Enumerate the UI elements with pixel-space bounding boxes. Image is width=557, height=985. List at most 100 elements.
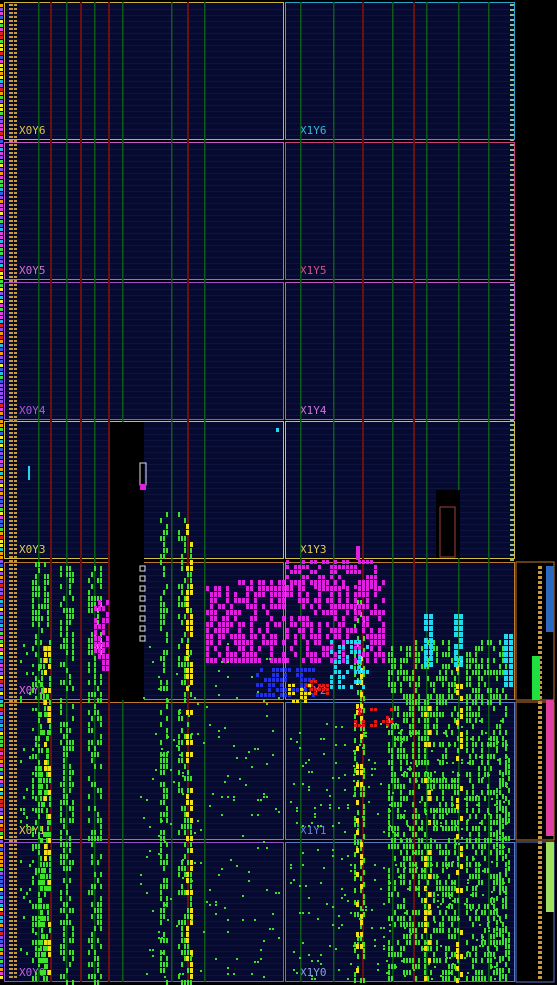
green-cells bbox=[353, 795, 355, 797]
green-cells bbox=[100, 974, 102, 979]
green-cells bbox=[94, 926, 96, 931]
yellow-cells bbox=[190, 668, 193, 673]
green-cells bbox=[478, 970, 480, 975]
green-cells bbox=[452, 861, 454, 863]
red-cells bbox=[386, 720, 389, 723]
device-view[interactable]: X0Y6X1Y6X0Y5X1Y5X0Y4X1Y4X0Y3X1Y3X0Y2X1Y2… bbox=[0, 0, 557, 985]
io-tile bbox=[9, 464, 13, 466]
magenta-cells bbox=[98, 654, 101, 659]
green-cells bbox=[436, 706, 438, 711]
green-cells bbox=[181, 728, 183, 733]
io-tile bbox=[14, 284, 17, 286]
io-tile bbox=[14, 196, 17, 198]
magenta-cells bbox=[318, 575, 321, 579]
io-pad bbox=[0, 352, 3, 355]
green-cells bbox=[388, 868, 390, 873]
magenta-cells bbox=[366, 634, 369, 639]
green-cells bbox=[439, 784, 441, 789]
green-cells bbox=[502, 772, 504, 777]
green-cells bbox=[91, 836, 93, 841]
green-cells bbox=[35, 946, 37, 951]
io-pad bbox=[0, 432, 3, 435]
green-cells bbox=[72, 650, 74, 655]
green-cells bbox=[35, 766, 37, 771]
io-tile bbox=[14, 672, 17, 674]
green-cells bbox=[184, 548, 186, 553]
green-cells bbox=[338, 807, 340, 809]
green-cells bbox=[91, 584, 93, 589]
green-cells bbox=[475, 958, 477, 963]
green-cells bbox=[484, 844, 486, 849]
magenta-cells bbox=[234, 634, 237, 639]
green-cells bbox=[388, 820, 390, 825]
green-cells bbox=[354, 972, 356, 977]
green-cells bbox=[502, 806, 504, 811]
green-cells bbox=[412, 790, 414, 795]
yellow-cells bbox=[424, 778, 427, 783]
green-cells bbox=[478, 766, 480, 771]
green-cells bbox=[60, 806, 62, 811]
green-cells bbox=[63, 926, 65, 931]
io-pad bbox=[0, 284, 3, 287]
gt-tile bbox=[510, 169, 514, 171]
io-tile bbox=[14, 580, 17, 582]
green-cells bbox=[436, 826, 438, 831]
green-cells bbox=[496, 820, 498, 825]
green-cells bbox=[290, 738, 292, 740]
magenta-cells bbox=[334, 634, 337, 639]
io-tile bbox=[14, 892, 17, 894]
green-cells bbox=[178, 746, 180, 751]
io-tile bbox=[9, 300, 13, 302]
green-cells bbox=[466, 664, 468, 669]
green-cells bbox=[60, 974, 62, 979]
green-cells bbox=[391, 646, 393, 651]
green-cells bbox=[488, 813, 490, 815]
io-pad bbox=[0, 888, 3, 891]
magenta-cells bbox=[330, 598, 333, 603]
green-cells bbox=[72, 608, 74, 613]
magenta-cells bbox=[346, 560, 349, 564]
magenta-cells bbox=[214, 646, 217, 651]
io-pad bbox=[0, 344, 3, 347]
green-cells bbox=[484, 910, 486, 915]
green-cells bbox=[38, 844, 40, 849]
green-cells bbox=[451, 892, 453, 897]
green-cells bbox=[63, 770, 65, 775]
yellow-cells bbox=[44, 742, 47, 747]
green-cells bbox=[416, 765, 418, 767]
magenta-cells bbox=[214, 658, 217, 663]
green-cells bbox=[506, 783, 508, 785]
green-cells bbox=[442, 694, 444, 699]
cyan-cells bbox=[509, 676, 513, 681]
green-cells bbox=[409, 868, 411, 873]
green-cells bbox=[311, 771, 313, 773]
green-cells bbox=[475, 718, 477, 723]
green-cells bbox=[469, 772, 471, 777]
green-cells bbox=[427, 946, 429, 951]
gt-tile bbox=[510, 224, 514, 226]
magenta-cells bbox=[314, 598, 317, 603]
green-cells bbox=[66, 608, 68, 613]
green-cells bbox=[449, 903, 451, 905]
io-tile bbox=[14, 404, 17, 406]
green-cells bbox=[394, 784, 396, 789]
yellow-cells bbox=[186, 752, 189, 757]
green-cells bbox=[184, 542, 186, 547]
cyan-cells bbox=[354, 650, 357, 654]
gt-tile bbox=[538, 921, 542, 924]
green-cells bbox=[397, 892, 399, 897]
magenta-cells bbox=[234, 610, 237, 615]
green-cells bbox=[415, 760, 417, 765]
green-cells bbox=[439, 670, 441, 675]
green-cells bbox=[400, 916, 402, 921]
green-cells bbox=[508, 968, 510, 973]
green-cells bbox=[94, 836, 96, 841]
green-cells bbox=[427, 862, 429, 867]
green-cells bbox=[445, 886, 447, 891]
io-tile bbox=[14, 912, 17, 914]
green-cells bbox=[176, 673, 178, 675]
green-cells bbox=[433, 640, 435, 645]
io-tile bbox=[9, 228, 13, 230]
green-cells bbox=[40, 922, 42, 927]
yellow-cells bbox=[300, 688, 303, 691]
